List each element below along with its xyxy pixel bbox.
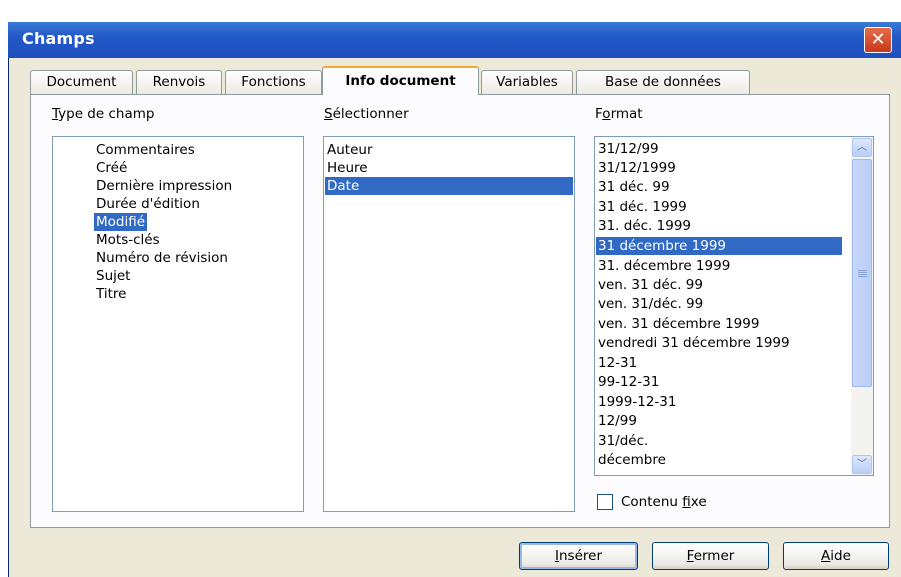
list-item[interactable]: 12/99 xyxy=(596,412,639,430)
grip-line xyxy=(858,276,867,277)
tab-renvois[interactable]: Renvois xyxy=(136,70,222,94)
contenu-fixe-checkbox[interactable] xyxy=(597,494,613,510)
tab-fonctions[interactable]: Fonctions xyxy=(225,70,322,94)
grip-line xyxy=(858,274,867,275)
list-item[interactable]: Titre xyxy=(94,285,128,303)
contenu-fixe-label: Contenu fixe xyxy=(621,494,707,510)
type-de-champ-label: Type de champ xyxy=(52,106,155,122)
type-de-champ-list[interactable]: Commentaires Créé Dernière impression Du… xyxy=(52,136,304,512)
list-item[interactable]: 31. déc. 1999 xyxy=(596,217,693,235)
list-item[interactable]: décembre xyxy=(596,451,668,469)
format-label: Format xyxy=(595,106,643,122)
tab-info-document[interactable]: Info document xyxy=(322,66,479,95)
selectionner-list[interactable]: Auteur Heure Date xyxy=(323,136,575,512)
list-item[interactable]: ven. 31/déc. 99 xyxy=(596,295,705,313)
tab-label: Variables xyxy=(496,74,558,90)
list-item[interactable]: vendredi 31 décembre 1999 xyxy=(596,334,792,352)
aide-button[interactable]: Aide xyxy=(783,542,889,570)
list-item[interactable]: 1999-12-31 xyxy=(596,393,678,411)
list-item-selected[interactable]: Date xyxy=(325,177,573,195)
list-item[interactable]: ven. 31 déc. 99 xyxy=(596,276,705,294)
list-item[interactable]: Dernière impression xyxy=(94,177,234,195)
list-item[interactable]: Créé xyxy=(94,159,129,177)
window-title: Champs xyxy=(22,29,95,48)
list-item[interactable]: 31/12/99 xyxy=(596,140,661,158)
scroll-down-button[interactable]: ﹀ xyxy=(852,455,872,474)
title-bar[interactable]: Champs xyxy=(8,22,901,58)
list-item[interactable]: Auteur xyxy=(325,141,573,159)
chevron-down-icon: ﹀ xyxy=(857,459,867,470)
tab-label: Document xyxy=(46,74,117,90)
list-item-selected[interactable]: Modifié xyxy=(94,213,148,231)
close-icon: ✕ xyxy=(870,29,886,50)
fermer-button[interactable]: Fermer xyxy=(652,542,769,570)
list-item[interactable]: 31/12/1999 xyxy=(596,159,678,177)
scroll-thumb[interactable] xyxy=(852,159,872,387)
tab-label: Info document xyxy=(345,73,456,89)
list-item-selected[interactable]: 31 décembre 1999 xyxy=(596,237,842,255)
list-item[interactable]: Mots-clés xyxy=(94,231,162,249)
list-item[interactable]: 31 déc. 99 xyxy=(596,178,672,196)
tab-label: Base de données xyxy=(605,74,721,90)
selectionner-label: Sélectionner xyxy=(324,106,409,122)
list-item[interactable]: Commentaires xyxy=(94,141,197,159)
format-list[interactable]: 31/12/99 31/12/1999 31 déc. 99 31 déc. 1… xyxy=(594,136,874,476)
grip-line xyxy=(858,270,867,271)
list-item[interactable]: 31/déc. xyxy=(596,432,650,450)
list-item[interactable]: Heure xyxy=(325,159,573,177)
chevron-up-icon: ︿ xyxy=(857,142,867,153)
list-item[interactable]: 12-31 xyxy=(596,354,639,372)
tab-label: Fonctions xyxy=(241,74,306,90)
list-item[interactable]: 99-12-31 xyxy=(596,373,661,391)
list-item[interactable]: Sujet xyxy=(94,267,132,285)
tab-base-de-donnees[interactable]: Base de données xyxy=(576,70,750,94)
close-button[interactable]: ✕ xyxy=(864,27,892,53)
list-item[interactable]: ven. 31 décembre 1999 xyxy=(596,315,761,333)
scroll-up-button[interactable]: ︿ xyxy=(852,138,872,157)
list-item[interactable]: Durée d'édition xyxy=(94,195,202,213)
list-item[interactable]: 31 déc. 1999 xyxy=(596,198,689,216)
tab-document[interactable]: Document xyxy=(30,70,133,94)
tab-label: Renvois xyxy=(152,74,206,90)
list-item[interactable]: Numéro de révision xyxy=(94,249,230,267)
inserer-button[interactable]: Insérer xyxy=(519,542,638,570)
tab-variables[interactable]: Variables xyxy=(481,70,573,94)
format-scrollbar[interactable]: ︿ ﹀ xyxy=(851,137,873,475)
grip-line xyxy=(858,272,867,273)
list-item[interactable]: 31. décembre 1999 xyxy=(596,257,732,275)
